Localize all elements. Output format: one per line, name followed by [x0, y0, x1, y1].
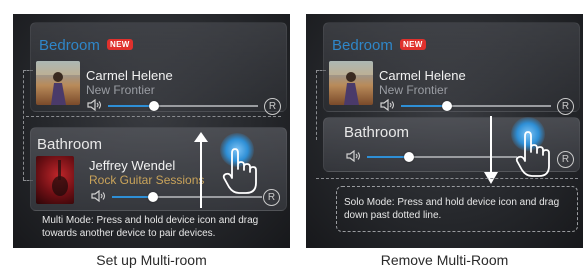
room-name: Bedroom: [39, 37, 100, 54]
caption-remove: Remove Multi-Room: [380, 252, 509, 268]
new-badge: NEW: [107, 39, 133, 50]
arrow-down-icon: [484, 116, 498, 184]
speaker-icon[interactable]: [87, 99, 103, 111]
track-artist: Jeffrey Wendel: [89, 158, 176, 173]
solo-mode-instructions: Solo Mode: Press and hold device icon an…: [344, 197, 560, 221]
room-button[interactable]: R: [264, 98, 281, 115]
track-artist: Carmel Helene: [379, 68, 466, 83]
multi-room-remove-screen: Bedroom NEW Carmel Helene New Frontier R…: [306, 14, 583, 248]
track-album: New Frontier: [86, 83, 155, 97]
volume-slider-fill: [112, 196, 152, 198]
room-button[interactable]: R: [263, 189, 280, 206]
multi-mode-instructions: Multi Mode: Press and hold device icon a…: [42, 215, 259, 239]
album-art: [36, 61, 80, 105]
album-art-guitar: [52, 160, 68, 196]
volume-slider-knob[interactable]: [148, 192, 158, 202]
volume-slider-fill: [108, 105, 153, 107]
room-button[interactable]: R: [557, 98, 574, 115]
multi-room-divider: [26, 116, 281, 117]
caption-setup: Set up Multi-room: [96, 252, 207, 268]
device-card-bedroom[interactable]: Bedroom NEW Carmel Helene New Frontier R: [323, 22, 580, 115]
arrow-up-icon: [194, 132, 208, 208]
room-button[interactable]: R: [557, 151, 574, 168]
speaker-icon[interactable]: [91, 190, 107, 202]
album-art-figure: [329, 61, 373, 105]
album-art: [36, 156, 74, 204]
volume-slider-knob[interactable]: [404, 152, 414, 162]
track-album: Rock Guitar Sessions: [89, 173, 205, 187]
solo-mode-threshold-line: [316, 178, 578, 179]
new-badge: NEW: [400, 39, 426, 50]
album-art-figure: [36, 61, 80, 105]
speaker-icon[interactable]: [346, 150, 362, 162]
group-connector-line: [316, 70, 317, 140]
device-card-bedroom[interactable]: Bedroom NEW Carmel Helene New Frontier R: [30, 22, 287, 115]
volume-slider-knob[interactable]: [149, 101, 159, 111]
room-name: Bathroom: [344, 124, 410, 141]
volume-slider-fill: [401, 105, 446, 107]
room-name: Bathroom: [37, 136, 103, 153]
hand-pointer-icon: [515, 131, 550, 177]
multi-room-setup-screen: Bedroom NEW Carmel Helene New Frontier R…: [13, 14, 290, 248]
speaker-icon[interactable]: [380, 99, 396, 111]
group-connector-line: [23, 70, 24, 180]
volume-slider-knob[interactable]: [442, 101, 452, 111]
volume-slider-fill: [367, 156, 407, 158]
track-album: New Frontier: [379, 83, 448, 97]
album-art: [329, 61, 373, 105]
hand-pointer-icon: [222, 148, 257, 194]
room-name: Bedroom: [332, 37, 393, 54]
track-artist: Carmel Helene: [86, 68, 173, 83]
